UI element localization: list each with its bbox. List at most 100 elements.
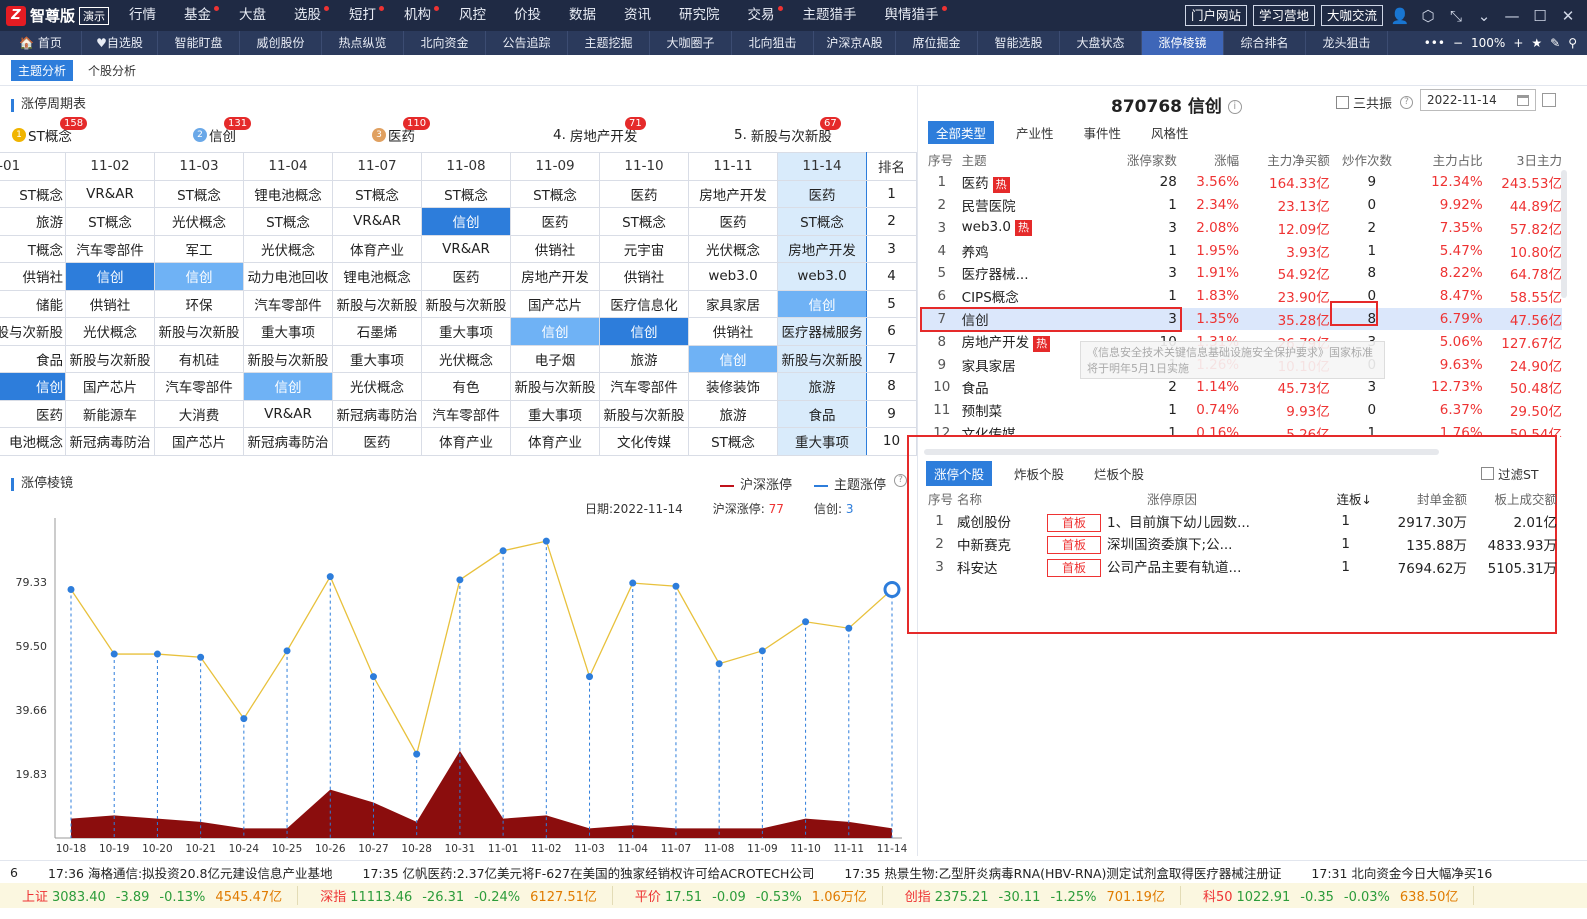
column-header[interactable]: 主力占比 bbox=[1392, 148, 1483, 171]
type-tab[interactable]: 产业性 bbox=[1008, 121, 1062, 144]
top-link[interactable]: 学习营地 bbox=[1252, 5, 1315, 26]
cycle-cell[interactable]: 有机硅 bbox=[154, 344, 245, 373]
column-header[interactable]: 3日主力 bbox=[1483, 148, 1562, 171]
cycle-cell[interactable]: 文化传媒 bbox=[599, 427, 690, 456]
sub-nav-item[interactable]: 威创股份 bbox=[240, 31, 322, 55]
theme-name[interactable]: 养鸡 bbox=[962, 245, 989, 261]
cycle-cell[interactable]: 信创 bbox=[777, 289, 868, 318]
cycle-cell[interactable]: 医药 bbox=[421, 262, 512, 291]
index-item[interactable]: 上证 3083.40 -3.89 -0.13% 4545.47亿 bbox=[0, 886, 299, 905]
cycle-cell[interactable]: 光伏概念 bbox=[332, 372, 423, 401]
cycle-cell[interactable]: VR&AR bbox=[65, 179, 156, 208]
index-item[interactable]: 深指 11113.46 -26.31 -0.24% 6127.51亿 bbox=[298, 886, 613, 905]
cycle-cell[interactable]: 石墨烯 bbox=[332, 317, 423, 346]
chevron-down-icon[interactable]: ⌄ bbox=[1473, 7, 1495, 25]
cycle-cell[interactable]: ST概念 bbox=[421, 179, 512, 208]
stock-sub-tab[interactable]: 烂板个股 bbox=[1086, 461, 1152, 486]
cycle-cell[interactable]: 家具家居 bbox=[688, 289, 779, 318]
index-item[interactable]: 科50 1022.91 -0.35 -0.03% 638.50亿 bbox=[1181, 886, 1475, 905]
cycle-cell[interactable]: ST概念 bbox=[65, 207, 156, 236]
type-tab[interactable]: 事件性 bbox=[1076, 121, 1130, 144]
info-icon[interactable]: i bbox=[1227, 100, 1242, 114]
date-picker[interactable]: 2022-11-14 bbox=[1420, 89, 1536, 111]
cycle-cell[interactable]: 旅游 bbox=[599, 344, 690, 373]
cycle-cell[interactable]: 新股与次新股 bbox=[332, 289, 423, 318]
cycle-cell[interactable]: 供销社 bbox=[599, 262, 690, 291]
table-row[interactable]: 10 食品 2 1.14% 45.73亿 3 12.73% 50.48亿 bbox=[922, 376, 1562, 399]
date-header[interactable]: 11-14 bbox=[777, 152, 868, 181]
cycle-cell[interactable]: ST概念 bbox=[332, 179, 423, 208]
data-point[interactable] bbox=[802, 618, 810, 626]
data-point[interactable] bbox=[542, 537, 550, 545]
legend-item[interactable]: 主题涨停 bbox=[814, 474, 886, 493]
column-header[interactable]: 涨停家数 bbox=[1098, 148, 1177, 171]
cycle-cell[interactable]: 供销社 bbox=[0, 262, 67, 291]
cycle-cell[interactable]: 军工 bbox=[154, 234, 245, 263]
sub-nav-item[interactable]: 热点纵览 bbox=[322, 31, 404, 55]
cycle-cell[interactable]: 有色 bbox=[421, 372, 512, 401]
news-item[interactable]: 17:31 北向资金今日大幅净买16 bbox=[1311, 863, 1492, 882]
cycle-cell[interactable]: 食品 bbox=[777, 399, 868, 428]
data-point[interactable] bbox=[758, 647, 766, 655]
data-point[interactable] bbox=[845, 624, 853, 632]
table-row[interactable]: 2 民营医院 1 2.34% 23.13亿 0 9.92% 44.89亿 bbox=[922, 194, 1562, 217]
cycle-cell[interactable]: 新股与次新股 bbox=[243, 344, 334, 373]
cycle-cell[interactable]: ST概念 bbox=[599, 207, 690, 236]
cycle-cell[interactable]: 汽车零部件 bbox=[65, 234, 156, 263]
top-menu-item[interactable]: 研究院 bbox=[665, 0, 734, 31]
date-header[interactable]: 11-07 bbox=[332, 152, 423, 181]
cycle-cell[interactable]: 房地产开发 bbox=[777, 234, 868, 263]
data-point[interactable] bbox=[369, 673, 377, 681]
cycle-cell[interactable]: 医药 bbox=[332, 427, 423, 456]
cycle-cell[interactable]: 旅游 bbox=[777, 372, 868, 401]
cycle-cell[interactable]: 医药 bbox=[688, 207, 779, 236]
news-item[interactable]: 17:35 亿帆医药:2.37亿美元将F-627在美国的独家经销权许可给ACRO… bbox=[363, 863, 815, 882]
top-menu-item[interactable]: 资讯 bbox=[610, 0, 665, 31]
cycle-cell[interactable]: 新股与次新股 bbox=[510, 372, 601, 401]
theme-name[interactable]: 食品 bbox=[962, 381, 989, 397]
help-icon[interactable]: ? bbox=[894, 474, 908, 487]
theme-hscrollbar[interactable] bbox=[924, 449, 1439, 455]
cycle-cell[interactable]: 信创 bbox=[510, 317, 601, 346]
resonance-checkbox[interactable]: 三共振 ? bbox=[1336, 93, 1414, 112]
data-point[interactable] bbox=[110, 650, 118, 658]
checkbox-icon[interactable] bbox=[1336, 96, 1349, 109]
sub-nav-item[interactable]: 🏠 首页 bbox=[0, 31, 82, 55]
cycle-cell[interactable]: 动力电池回收 bbox=[243, 262, 334, 291]
cycle-cell[interactable]: 汽车零部件 bbox=[421, 399, 512, 428]
close-icon[interactable]: ✕ bbox=[1557, 7, 1579, 25]
cycle-cell[interactable]: 环保 bbox=[154, 289, 245, 318]
top-link[interactable]: 大咖交流 bbox=[1320, 5, 1383, 26]
top-menu-item[interactable]: 选股 bbox=[280, 0, 335, 31]
cycle-cell[interactable]: 大消费 bbox=[154, 399, 245, 428]
date-header[interactable]: 11-09 bbox=[510, 152, 601, 181]
data-point[interactable] bbox=[586, 673, 594, 681]
top-theme-1[interactable]: 1 ST概念 158 bbox=[12, 117, 88, 145]
data-point[interactable] bbox=[883, 581, 901, 599]
cycle-cell[interactable]: 信创 bbox=[421, 207, 512, 236]
limit-reason[interactable]: 1、目前旗下幼儿园数... bbox=[1107, 515, 1250, 531]
cycle-cell[interactable]: 装修装饰 bbox=[688, 372, 779, 401]
stock-name[interactable]: 科安达 bbox=[957, 555, 1047, 578]
stock-name[interactable]: 中新赛克 bbox=[957, 533, 1047, 556]
cycle-cell[interactable]: VR&AR bbox=[332, 207, 423, 236]
cycle-cell[interactable]: VR&AR bbox=[243, 399, 334, 428]
top-theme-3[interactable]: 3 医药 110 bbox=[372, 117, 431, 145]
data-point[interactable] bbox=[153, 650, 161, 658]
type-tab[interactable]: 风格性 bbox=[1143, 121, 1197, 144]
data-point[interactable] bbox=[283, 647, 291, 655]
user-icon[interactable]: 👤 bbox=[1389, 7, 1411, 25]
sub-nav-item[interactable]: 主题挖掘 bbox=[568, 31, 650, 55]
cycle-cell[interactable]: 新股与次新股 bbox=[599, 399, 690, 428]
cycle-cell[interactable]: 房地产开发 bbox=[510, 262, 601, 291]
maximize-icon[interactable]: ☐ bbox=[1529, 7, 1551, 25]
cycle-cell[interactable]: 医药 bbox=[777, 179, 868, 208]
theme-name[interactable]: 房地产开发 bbox=[962, 335, 1030, 351]
table-row[interactable]: 6 CIPS概念 1 1.83% 23.90亿 0 8.47% 58.55亿 bbox=[922, 285, 1562, 308]
cycle-cell[interactable]: ST概念 bbox=[243, 207, 334, 236]
date-header[interactable]: 11-04 bbox=[243, 152, 334, 181]
top-menu-item[interactable]: 价投 bbox=[500, 0, 555, 31]
cycle-cell[interactable]: 汽车零部件 bbox=[599, 372, 690, 401]
cycle-cell[interactable]: ST概念 bbox=[510, 179, 601, 208]
sub-nav-item[interactable]: 智能选股 bbox=[978, 31, 1060, 55]
